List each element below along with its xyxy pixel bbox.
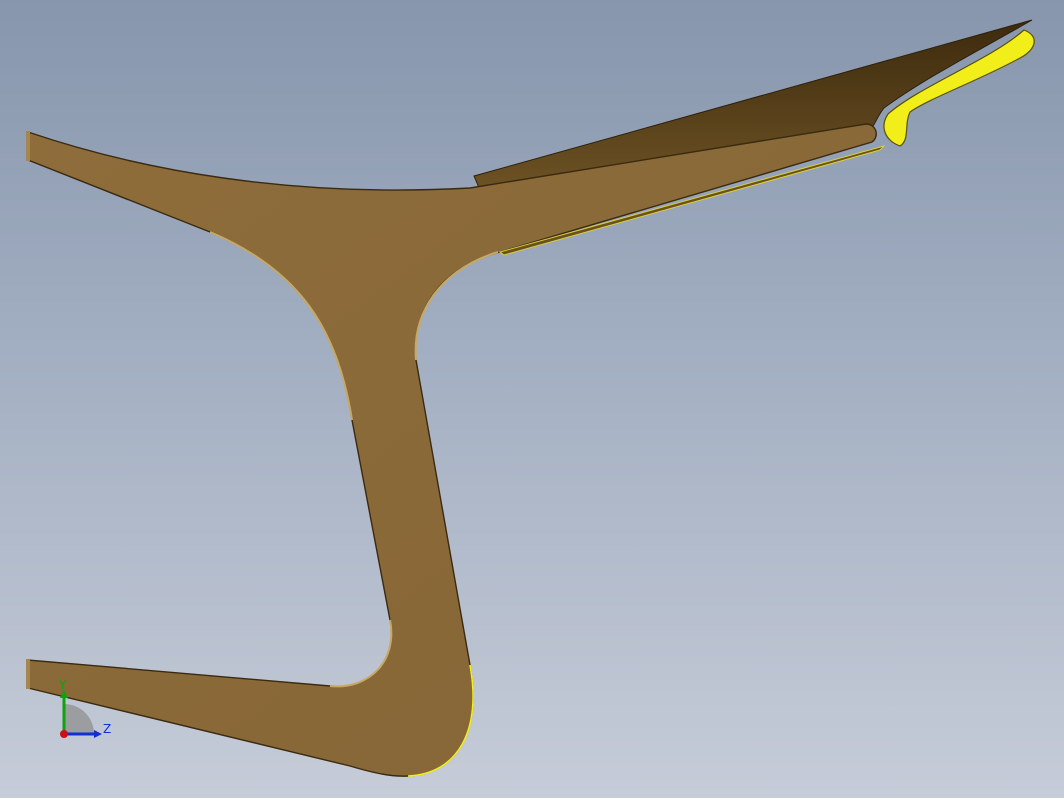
triad-y-label: Y <box>59 678 67 692</box>
left-bottom-end-face <box>26 659 30 689</box>
triad-z-label: Z <box>103 722 112 736</box>
bracket-body <box>27 123 877 777</box>
coordinate-triad: Y Z <box>50 676 120 746</box>
graphics-viewport[interactable]: Y Z <box>0 0 1064 798</box>
left-top-end-face <box>26 131 30 161</box>
part-model[interactable] <box>0 0 1064 798</box>
